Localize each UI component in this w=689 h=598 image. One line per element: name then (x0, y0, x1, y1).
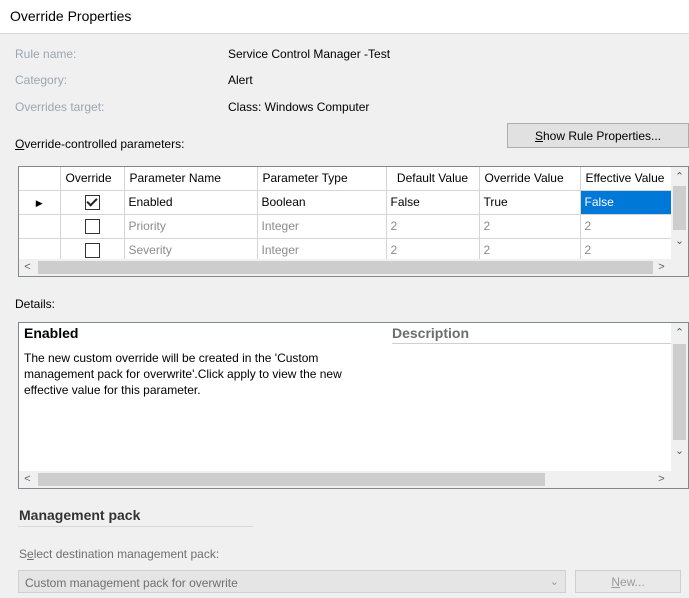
override-checkbox-cell[interactable] (60, 214, 125, 239)
management-pack-divider (18, 526, 253, 527)
col-default-value[interactable]: Default Value (386, 167, 480, 191)
grid-hscroll-thumb[interactable] (38, 261, 653, 274)
details-vertical-scrollbar[interactable]: ⌃ ⌄ (671, 323, 688, 471)
override-value-cell[interactable]: True (479, 190, 581, 215)
row-header-corner (19, 167, 61, 191)
col-parameter-name[interactable]: Parameter Name (124, 167, 258, 191)
override-checkbox-severity[interactable] (84, 242, 100, 258)
scroll-down-icon[interactable]: ⌄ (671, 233, 688, 250)
scroll-left-icon[interactable]: < (19, 471, 36, 488)
chevron-down-icon[interactable]: ⌄ (550, 575, 559, 588)
description-divider (392, 343, 672, 344)
table-row[interactable]: Priority Integer 2 2 2 (19, 214, 673, 239)
details-vscroll-thumb[interactable] (673, 344, 686, 440)
parameter-type-cell: Boolean (257, 190, 387, 215)
details-text: The new custom override will be created … (24, 350, 342, 398)
details-parameter-name: Enabled (24, 325, 79, 341)
col-override-value[interactable]: Override Value (479, 167, 581, 191)
select-destination-label: Select destination management pack: (19, 547, 220, 561)
grid-vscroll-thumb[interactable] (673, 186, 686, 230)
effective-value-cell: False (580, 190, 673, 215)
override-params-label: Override-controlled parameters: (15, 137, 185, 151)
overrides-target-label: Overrides target: (15, 100, 105, 114)
details-label: Details: (15, 297, 56, 311)
management-pack-select[interactable]: Custom management pack for overwrite ⌄ (18, 570, 566, 593)
parameter-type-cell: Integer (257, 214, 387, 239)
parameter-name-cell: Enabled (124, 190, 258, 215)
scroll-down-icon[interactable]: ⌄ (671, 443, 688, 460)
parameters-grid[interactable]: Override Parameter Name Parameter Type D… (18, 166, 689, 277)
details-text-line: The new custom override will be created … (24, 351, 319, 365)
effective-value-cell: 2 (580, 214, 673, 239)
row-selector[interactable]: ▶ (19, 190, 61, 215)
scroll-right-icon[interactable]: > (653, 471, 670, 488)
override-checkbox-priority[interactable] (84, 218, 100, 234)
category-label: Category: (15, 73, 68, 87)
grid-header-row: Override Parameter Name Parameter Type D… (19, 167, 673, 191)
management-pack-heading: Management pack (19, 507, 141, 523)
description-header: Description (392, 325, 470, 341)
window-title: Override Properties (10, 8, 132, 24)
override-value-cell[interactable]: 2 (479, 214, 581, 239)
current-row-icon: ▶ (35, 198, 43, 208)
scroll-up-icon[interactable]: ⌃ (671, 169, 688, 186)
category-value: Alert (228, 73, 253, 87)
parameters-table: Override Parameter Name Parameter Type D… (19, 167, 673, 263)
override-checkbox-cell[interactable] (60, 190, 125, 215)
title-bar: Override Properties (0, 0, 689, 34)
parameter-name-cell: Priority (124, 214, 258, 239)
details-horizontal-scrollbar[interactable]: < > (19, 471, 688, 488)
col-parameter-type[interactable]: Parameter Type (257, 167, 387, 191)
new-management-pack-button[interactable]: New... (575, 570, 681, 593)
details-text-line: effective value for this parameter. (24, 383, 201, 397)
col-override[interactable]: Override (60, 167, 125, 191)
management-pack-selected-value: Custom management pack for overwrite (25, 576, 238, 590)
details-panel: Enabled Description The new custom overr… (18, 322, 689, 489)
rule-name-value: Service Control Manager -Test (228, 47, 391, 61)
grid-horizontal-scrollbar[interactable]: < > (19, 259, 688, 276)
row-selector[interactable] (19, 214, 61, 239)
overrides-target-value: Class: Windows Computer (228, 100, 370, 114)
scroll-up-icon[interactable]: ⌃ (671, 325, 688, 342)
table-row[interactable]: ▶ Enabled Boolean False True False (19, 190, 673, 215)
col-effective-value[interactable]: Effective Value (580, 167, 673, 191)
grid-vertical-scrollbar[interactable]: ⌃ ⌄ (671, 167, 688, 259)
override-checkbox-enabled[interactable] (84, 194, 100, 210)
details-hscroll-thumb[interactable] (38, 473, 545, 486)
scroll-right-icon[interactable]: > (653, 259, 670, 276)
rule-name-label: Rule name: (15, 47, 77, 61)
scroll-left-icon[interactable]: < (19, 259, 36, 276)
default-value-cell: False (386, 190, 480, 215)
default-value-cell: 2 (386, 214, 480, 239)
details-text-line: management pack for overwrite'.Click app… (24, 367, 342, 381)
show-rule-properties-button[interactable]: Show Rule Properties... (507, 123, 689, 148)
